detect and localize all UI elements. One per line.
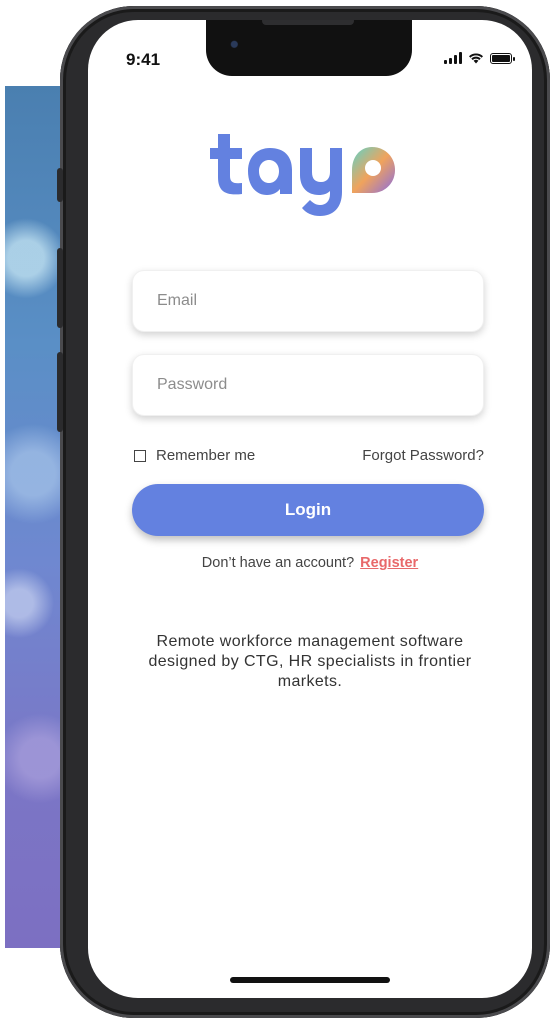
signal-icon — [444, 52, 462, 64]
email-field-container — [132, 270, 484, 332]
home-indicator[interactable] — [230, 977, 390, 983]
signup-prompt: Don’t have an account? Register — [88, 555, 532, 571]
remember-me-label: Remember me — [156, 447, 256, 464]
remember-me[interactable]: Remember me — [134, 447, 255, 464]
speaker — [262, 20, 354, 25]
tayo-logo — [210, 134, 395, 216]
register-link[interactable]: Register — [360, 555, 418, 571]
wifi-icon — [469, 53, 483, 64]
signup-prompt-text: Don’t have an account? — [201, 555, 355, 571]
battery-icon — [490, 52, 515, 64]
forgot-password-link[interactable]: Forgot Password? — [362, 447, 484, 464]
email-field[interactable] — [133, 271, 483, 331]
password-field-container — [132, 354, 484, 416]
notch — [206, 20, 412, 76]
checkbox-icon[interactable] — [134, 449, 146, 462]
tagline: Remote workforce management software des… — [148, 633, 472, 690]
password-field[interactable] — [133, 355, 483, 415]
camera-icon — [228, 38, 242, 52]
status-time: 9:41 — [126, 50, 161, 69]
phone-screen: 9:41 Email Remember me Forgot Password? … — [88, 20, 532, 998]
volume-down-button — [57, 352, 63, 432]
login-button[interactable]: Login — [132, 484, 484, 536]
volume-up-button — [57, 248, 63, 328]
status-icons — [444, 52, 515, 64]
mute-switch — [57, 168, 63, 202]
